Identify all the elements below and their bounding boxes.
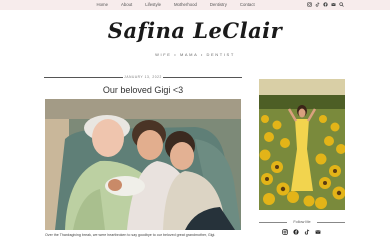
nav-item-contact[interactable]: Contact	[233, 1, 261, 9]
nav-item-dentistry[interactable]: Dentistry	[203, 1, 233, 9]
nav-item-lifestyle[interactable]: Lifestyle	[139, 1, 168, 9]
post-title[interactable]: Our beloved Gigi <3	[44, 85, 242, 95]
top-bar: Home About Lifestyle Motherhood Dentistr…	[0, 0, 390, 10]
nav-item-about[interactable]: About	[114, 1, 138, 9]
blog-tagline: WIFE • MAMA • DENTIST	[155, 52, 235, 57]
instagram-icon[interactable]	[307, 2, 312, 7]
main-nav: Home About Lifestyle Motherhood Dentistr…	[90, 1, 261, 9]
post-excerpt: Over the Thanksgiving break, we were hea…	[45, 233, 216, 237]
nav-item-home[interactable]: Home	[90, 1, 114, 9]
sidebar-social-icons	[282, 229, 321, 235]
follow-me-label: Follow Me	[287, 219, 317, 225]
instagram-icon[interactable]	[282, 229, 288, 235]
email-icon[interactable]	[315, 229, 321, 235]
email-icon[interactable]	[331, 2, 336, 7]
search-icon[interactable]	[339, 2, 344, 7]
facebook-icon[interactable]	[293, 229, 299, 235]
blog-logo[interactable]: Safina LeClair	[0, 18, 390, 43]
post-date: JANUARY 13, 2022	[123, 74, 163, 80]
post-featured-image[interactable]	[45, 99, 241, 230]
tiktok-icon[interactable]	[315, 2, 320, 7]
tiktok-icon[interactable]	[304, 229, 310, 235]
facebook-icon[interactable]	[323, 2, 328, 7]
top-social-icons	[307, 2, 344, 7]
sidebar-profile-image[interactable]	[259, 79, 345, 210]
nav-item-motherhood[interactable]: Motherhood	[167, 1, 203, 9]
